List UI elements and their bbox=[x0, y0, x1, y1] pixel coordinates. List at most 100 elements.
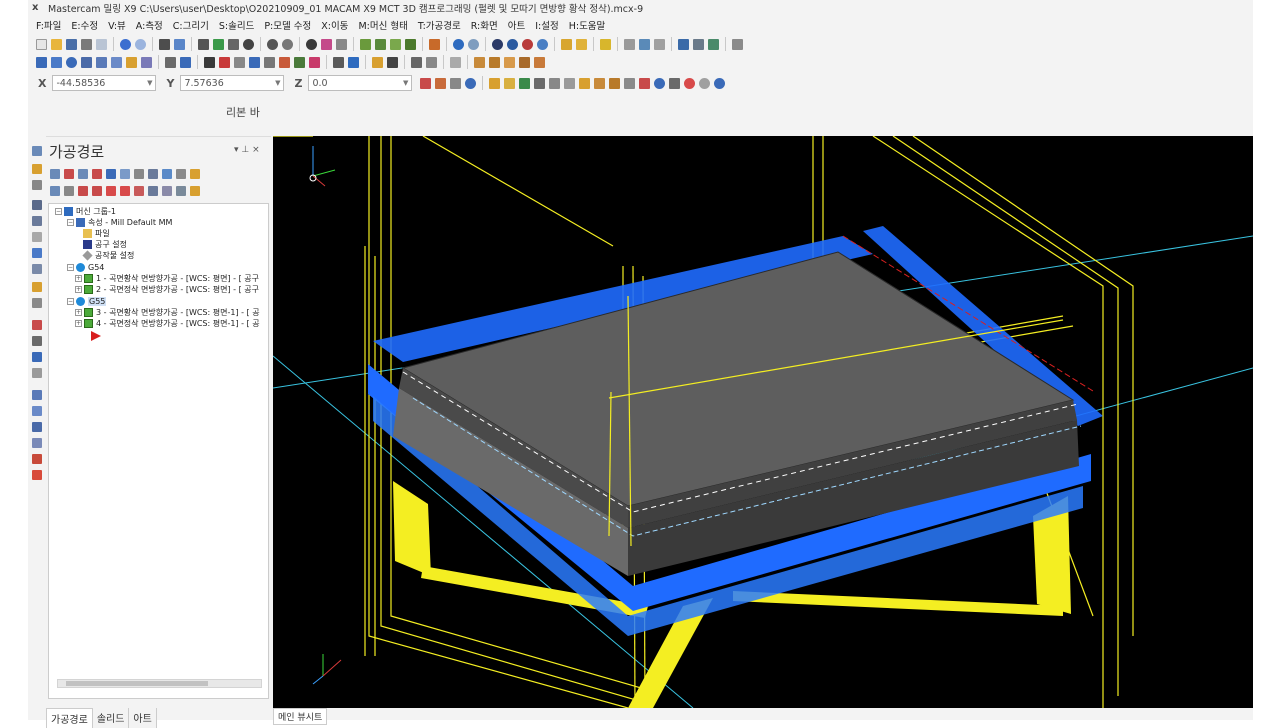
zoom-out-icon[interactable] bbox=[243, 38, 254, 50]
fillet-icon[interactable] bbox=[219, 56, 230, 68]
scroll-insert-icon[interactable] bbox=[148, 186, 158, 196]
mesh-icon[interactable] bbox=[32, 390, 42, 400]
select-invalid-icon[interactable] bbox=[64, 169, 74, 179]
wireframe-icon[interactable] bbox=[492, 38, 503, 50]
g1-post-icon[interactable] bbox=[148, 169, 158, 179]
note-icon[interactable] bbox=[32, 438, 42, 448]
view-iso-icon[interactable] bbox=[405, 38, 416, 50]
hidden-line-icon[interactable] bbox=[507, 38, 518, 50]
verify-ops-icon[interactable] bbox=[120, 169, 130, 179]
menu-create[interactable]: C:그리기 bbox=[173, 18, 209, 32]
loft-icon[interactable] bbox=[519, 56, 530, 68]
dimension-icon[interactable] bbox=[333, 56, 344, 68]
break-icon[interactable] bbox=[234, 56, 245, 68]
refresh-icon[interactable] bbox=[519, 77, 531, 89]
collapse-icon[interactable]: − bbox=[55, 208, 62, 215]
toggle-display-icon[interactable] bbox=[64, 186, 74, 196]
face-select-icon[interactable] bbox=[594, 77, 606, 89]
regenerate-selected-icon[interactable] bbox=[78, 169, 88, 179]
chevron-down-icon[interactable]: ▼ bbox=[275, 79, 280, 87]
line-icon[interactable] bbox=[51, 56, 62, 68]
tree-stock-setup[interactable]: 공작물 설정 bbox=[82, 250, 134, 261]
menu-analyze[interactable]: A:측정 bbox=[136, 18, 163, 32]
delete-ops-icon[interactable] bbox=[176, 169, 186, 179]
chevron-down-icon[interactable]: ▼ bbox=[147, 79, 152, 87]
expand-icon[interactable]: + bbox=[75, 309, 82, 316]
repaint-icon[interactable] bbox=[174, 38, 185, 50]
view-front-icon[interactable] bbox=[375, 38, 386, 50]
tab-solids[interactable]: 솔리드 bbox=[92, 708, 130, 728]
regenerate-dirty-icon[interactable] bbox=[92, 169, 102, 179]
planes-icon[interactable] bbox=[32, 216, 42, 226]
view-top-icon[interactable] bbox=[360, 38, 371, 50]
select-all-ops-icon[interactable] bbox=[50, 169, 60, 179]
tree-files[interactable]: 파일 bbox=[83, 228, 110, 239]
y-coordinate-input[interactable]: 7.57636 ▼ bbox=[180, 75, 285, 91]
tab-toolpaths[interactable]: 가공경로 bbox=[46, 708, 93, 728]
select-only-icon[interactable] bbox=[504, 77, 516, 89]
move-insert-icon[interactable] bbox=[134, 186, 144, 196]
rotate-icon[interactable] bbox=[321, 38, 332, 50]
open-file-icon[interactable] bbox=[51, 38, 62, 50]
tree-insert-arrow[interactable] bbox=[91, 330, 101, 341]
art-manager-icon[interactable] bbox=[32, 180, 42, 190]
spline-icon[interactable] bbox=[111, 56, 122, 68]
menu-view[interactable]: V:뷰 bbox=[108, 18, 126, 32]
snap-icon[interactable] bbox=[450, 77, 462, 89]
lock-icon[interactable] bbox=[50, 186, 60, 196]
edge-select-icon[interactable] bbox=[609, 77, 621, 89]
boolean-icon[interactable] bbox=[534, 56, 545, 68]
redo-icon[interactable] bbox=[135, 38, 146, 50]
join-icon[interactable] bbox=[249, 56, 260, 68]
chevron-down-icon[interactable]: ▼ bbox=[403, 79, 408, 87]
expand-icon[interactable]: + bbox=[75, 286, 82, 293]
menu-help[interactable]: H:도움말 bbox=[569, 18, 606, 32]
select-all-icon[interactable] bbox=[489, 77, 501, 89]
globe-icon[interactable] bbox=[453, 38, 464, 50]
level-manager-icon[interactable] bbox=[693, 38, 704, 50]
print-preview-icon[interactable] bbox=[96, 38, 107, 50]
statistics-icon[interactable] bbox=[678, 38, 689, 50]
move-up-icon[interactable] bbox=[106, 186, 116, 196]
stock-icon[interactable] bbox=[32, 454, 42, 464]
expand-icon[interactable]: + bbox=[75, 320, 82, 327]
surface-color-icon[interactable] bbox=[576, 38, 587, 50]
fast-point-icon[interactable] bbox=[420, 77, 432, 89]
zoom-target-icon[interactable] bbox=[228, 38, 239, 50]
curve-icon[interactable] bbox=[32, 368, 42, 378]
toggle-post-icon[interactable] bbox=[78, 186, 88, 196]
unzoom-80-icon[interactable] bbox=[282, 38, 293, 50]
body-select-icon[interactable] bbox=[624, 77, 636, 89]
tree-group-g55[interactable]: − G55 bbox=[67, 296, 107, 307]
menu-solids[interactable]: S:솔리드 bbox=[219, 18, 254, 32]
grid-icon[interactable] bbox=[708, 38, 719, 50]
question-icon[interactable] bbox=[714, 77, 726, 89]
wireframe-side-icon[interactable] bbox=[32, 406, 42, 416]
z-coordinate-input[interactable]: 0.0 ▼ bbox=[308, 75, 413, 91]
level-icon[interactable] bbox=[32, 200, 42, 210]
delete-icon[interactable] bbox=[180, 56, 191, 68]
select-options-icon[interactable] bbox=[669, 77, 681, 89]
analyze-icon[interactable] bbox=[624, 38, 635, 50]
menu-art[interactable]: 아트 bbox=[508, 18, 525, 32]
cylinder-icon[interactable] bbox=[126, 56, 137, 68]
trim-side-icon[interactable] bbox=[32, 336, 42, 346]
tree-horizontal-scrollbar[interactable] bbox=[57, 679, 262, 688]
simulate-icon[interactable] bbox=[134, 169, 144, 179]
menu-edit[interactable]: E:수정 bbox=[71, 18, 98, 32]
angle-icon[interactable] bbox=[654, 38, 665, 50]
properties-icon[interactable] bbox=[32, 232, 42, 242]
undo-icon[interactable] bbox=[120, 38, 131, 50]
distance-icon[interactable] bbox=[639, 38, 650, 50]
tree-operation-4[interactable]: + 4 - 곡면정삭 면방향가공 - [WCS: 평면-1] - [ 공 bbox=[75, 318, 260, 329]
wire-color-icon[interactable] bbox=[561, 38, 572, 50]
dimension-side-icon[interactable] bbox=[32, 422, 42, 432]
single-op-icon[interactable] bbox=[162, 186, 172, 196]
shape-icon[interactable] bbox=[141, 56, 152, 68]
tree-tool-settings[interactable]: 공구 설정 bbox=[83, 239, 127, 250]
pan-icon[interactable] bbox=[336, 38, 347, 50]
menu-model-prep[interactable]: P:모델 수정 bbox=[264, 18, 311, 32]
insert-arrow-icon[interactable] bbox=[120, 186, 130, 196]
help-ops-icon[interactable] bbox=[190, 169, 200, 179]
insert-arrow-icon[interactable] bbox=[91, 330, 101, 341]
